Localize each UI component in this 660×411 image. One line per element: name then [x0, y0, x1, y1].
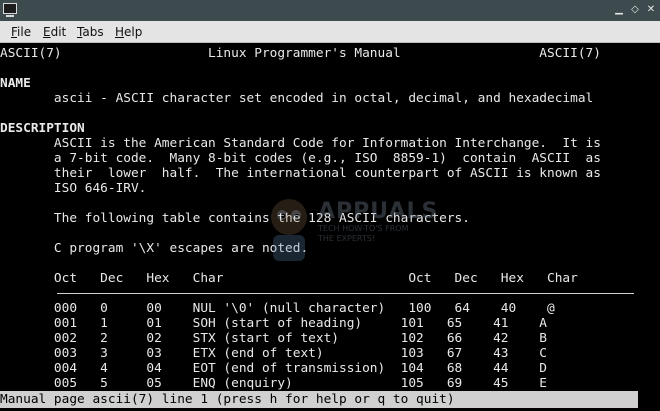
watermark-mascot-logo — [271, 199, 307, 261]
man-page-header: ASCII(7) Linux Programmer's Manual ASCII… — [0, 46, 601, 61]
description-line: their lower half. The international coun… — [0, 166, 601, 181]
menu-file[interactable]: File — [11, 25, 31, 39]
section-heading-description: DESCRIPTION — [0, 121, 85, 136]
window-titlebar[interactable]: ▁ ◇ ✕ — [0, 0, 660, 21]
description-line: ASCII is the American Standard Code for … — [0, 136, 601, 151]
terminal-viewport[interactable]: ASCII(7) Linux Programmer's Manual ASCII… — [0, 43, 660, 411]
table-row: 003 3 03 ETX (end of text) 103 67 43 C — [0, 346, 548, 361]
description-line: ISO 646-IRV. — [0, 181, 147, 196]
description-line: a 7-bit code. Many 8-bit codes (e.g., IS… — [0, 151, 601, 166]
maximize-button[interactable]: ◇ — [629, 4, 641, 16]
menu-edit-label: dit — [50, 25, 67, 39]
pager-status-bar: Manual page ascii(7) line 1 (press h for… — [0, 391, 638, 408]
watermark-title: APPUALS — [318, 199, 439, 224]
menu-help-label: elp — [124, 25, 143, 39]
table-row: 001 1 01 SOH (start of heading) 101 65 4… — [0, 316, 548, 331]
table-row: 004 4 04 EOT (end of transmission) 104 6… — [0, 361, 548, 376]
terminal-app-icon — [3, 3, 17, 17]
menu-edit[interactable]: Edit — [43, 25, 66, 39]
minimize-button[interactable]: ▁ — [613, 4, 625, 16]
menubar: File Edit Tabs Help — [0, 21, 660, 43]
menu-file-label: ile — [17, 25, 32, 39]
text-cursor — [477, 393, 484, 407]
menu-help-mnemonic: H — [115, 25, 125, 39]
table-row: 005 5 05 ENQ (enquiry) 105 69 45 E — [0, 376, 548, 391]
close-button[interactable]: ✕ — [645, 4, 657, 16]
menu-tabs[interactable]: Tabs — [77, 25, 104, 39]
table-row: 000 0 00 NUL '\0' (null character) 100 6… — [0, 301, 555, 316]
name-text: ascii - ASCII character set encoded in o… — [0, 91, 594, 106]
watermark-text: APPUALS TECH HOW-TO'S FROM THE EXPERTS! — [318, 199, 438, 244]
menu-tabs-label: abs — [82, 25, 104, 39]
watermark-subtitle: TECH HOW-TO'S FROM — [318, 224, 409, 233]
menu-help[interactable]: Help — [115, 25, 142, 39]
section-heading-name: NAME — [0, 76, 31, 91]
table-row: 002 2 02 STX (start of text) 102 66 42 B — [0, 331, 548, 346]
watermark-subtitle: THE EXPERTS! — [318, 234, 376, 243]
terminal-scrollbar[interactable] — [638, 43, 660, 411]
table-header: Oct Dec Hex Char Oct Dec Hex Char — [0, 271, 578, 286]
menu-edit-mnemonic: E — [43, 25, 51, 39]
table-header-rule — [57, 293, 634, 294]
